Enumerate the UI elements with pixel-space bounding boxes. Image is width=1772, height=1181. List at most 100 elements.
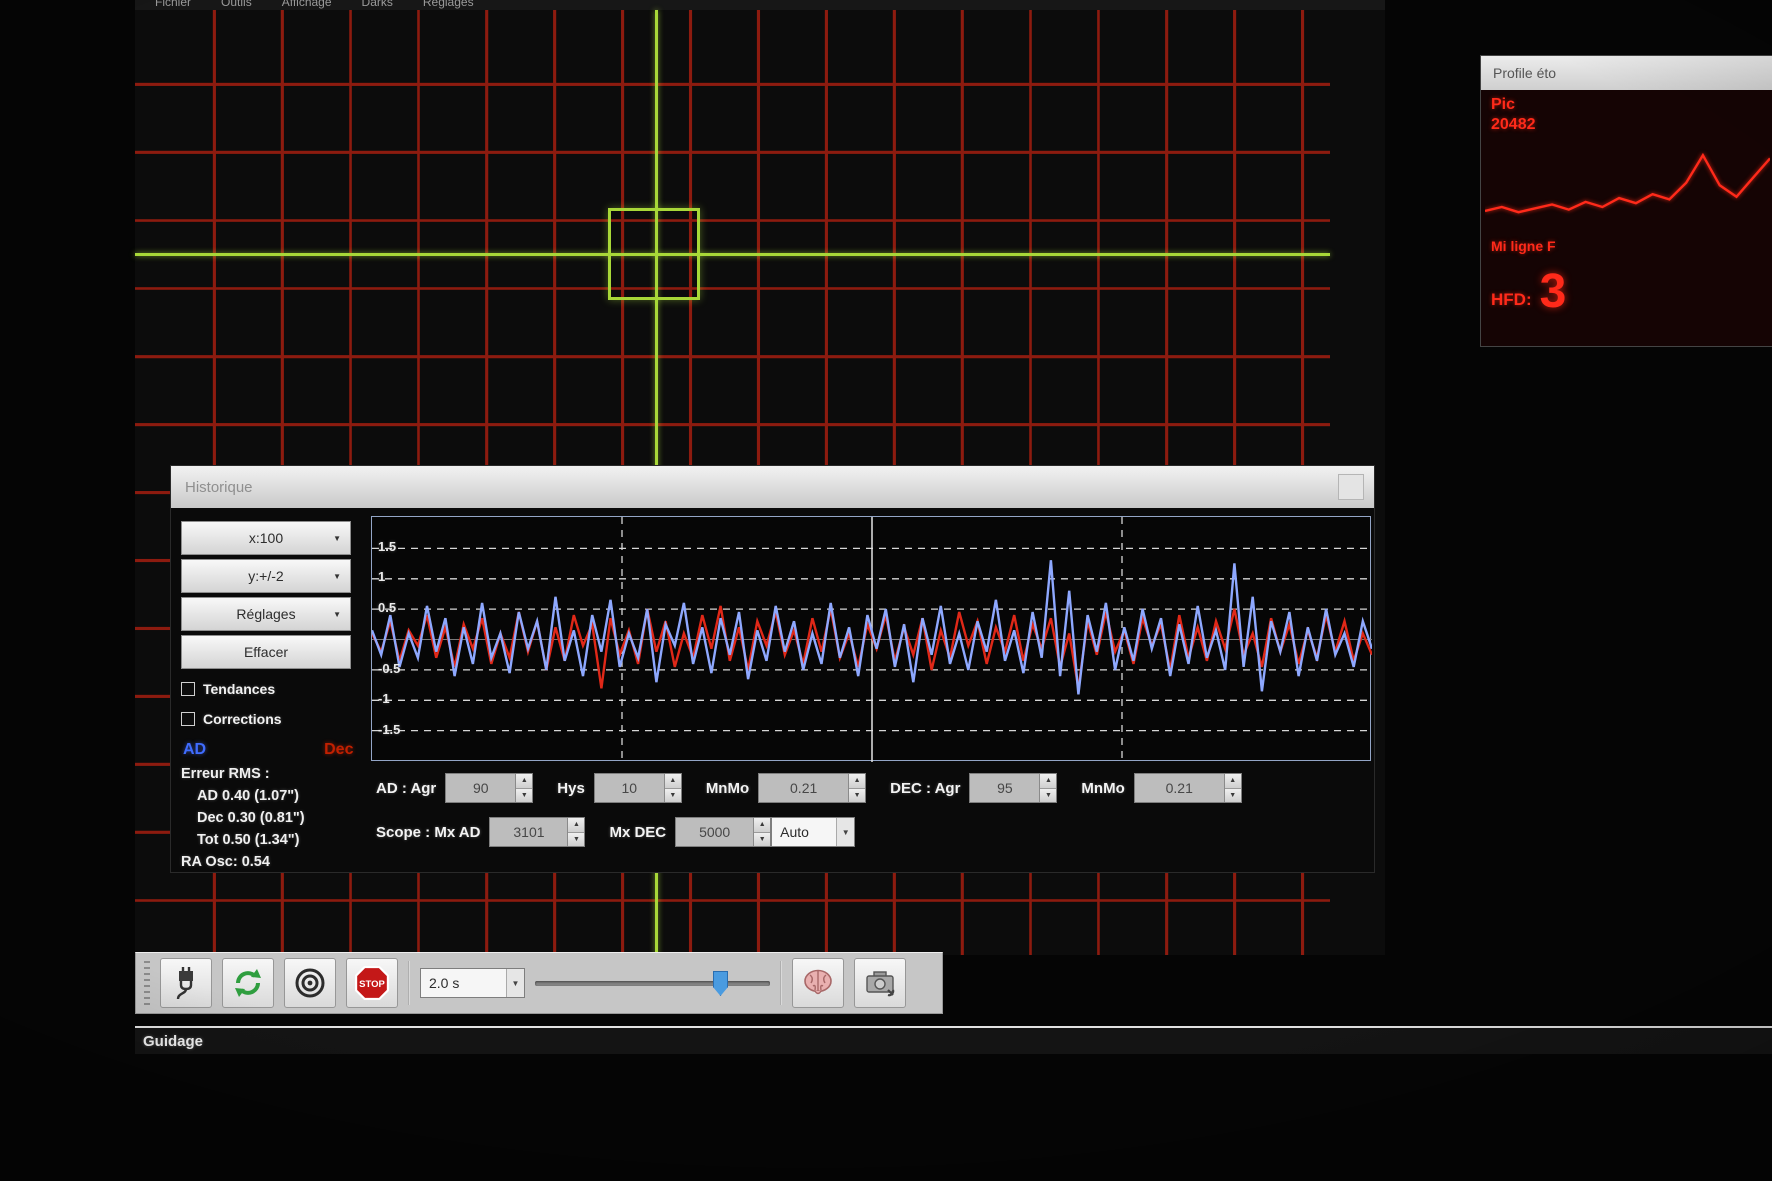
- chevron-down-icon: ▼: [836, 818, 855, 846]
- spin-down-icon[interactable]: ▼: [1040, 788, 1057, 802]
- history-window-titlebar[interactable]: Historique: [171, 466, 1374, 508]
- star-profile-curve: [1485, 152, 1770, 214]
- y-axis-tick: 0.5: [378, 600, 397, 615]
- spinner-buttons[interactable]: ▲ ▼: [567, 818, 585, 846]
- spin-up-icon[interactable]: ▲: [849, 774, 866, 789]
- camera-settings-button[interactable]: [854, 958, 906, 1008]
- mnmo-input[interactable]: 0.21 ▲ ▼: [758, 773, 867, 803]
- toolbar-separator: [408, 961, 410, 1005]
- spin-up-icon[interactable]: ▲: [1224, 774, 1241, 789]
- crosshair-horizontal-line: [135, 253, 1330, 256]
- dec-agr-input[interactable]: 95 ▲ ▼: [969, 773, 1058, 803]
- mnmo-group: MnMo 0.21 ▲ ▼: [682, 773, 867, 803]
- mnmo-label: MnMo: [705, 779, 750, 797]
- graph-legend: AD Dec: [181, 739, 353, 761]
- peak-label: Pic: [1491, 96, 1516, 113]
- auto-select[interactable]: Auto ▼: [771, 817, 856, 847]
- x-scale-button[interactable]: x:100 ▼: [181, 521, 351, 555]
- exposure-value: 2.0 s: [429, 975, 460, 991]
- main-toolbar: STOP 2.0 s ▼: [135, 952, 943, 1014]
- dec-agr-group: DEC : Agr 95 ▲ ▼: [866, 773, 1058, 803]
- y-scale-button[interactable]: y:+/-2 ▼: [181, 559, 351, 593]
- profile-window-titlebar[interactable]: Profile éto: [1481, 56, 1772, 90]
- clear-button[interactable]: Effacer: [181, 635, 351, 669]
- y-axis-tick: -1.5: [378, 722, 401, 737]
- scope-mx-ad-input[interactable]: 3101 ▲ ▼: [489, 817, 586, 847]
- scope-mx-ad-label: Scope : Mx AD: [376, 823, 481, 841]
- spinner-buttons[interactable]: ▲ ▼: [1039, 774, 1057, 802]
- exposure-select[interactable]: 2.0 s ▼: [420, 968, 525, 998]
- spin-up-icon[interactable]: ▲: [664, 774, 681, 789]
- graph-left-panel: x:100 ▼ y:+/-2 ▼ Réglages ▼ Effacer Tend…: [181, 521, 353, 873]
- checkbox[interactable]: [181, 712, 195, 726]
- mnmo-label: MnMo: [1081, 779, 1125, 797]
- trend-checkbox-row[interactable]: Tendances: [181, 679, 351, 699]
- input-value: 0.21: [1165, 780, 1193, 796]
- guide-parameters: AD : Agr 90 ▲ ▼ Hys 10 ▲ ▼ MnMo 0.21 ▲ ▼ DEC : Agr 95…: [376, 772, 1371, 848]
- rms-ra: AD 0.40 (1.07"): [197, 788, 299, 804]
- connect-equipment-button[interactable]: [160, 958, 212, 1008]
- hys-input[interactable]: 10 ▲ ▼: [593, 773, 682, 803]
- settings-button[interactable]: Réglages ▼: [181, 597, 351, 631]
- slider-thumb[interactable]: [713, 971, 728, 996]
- spinner-buttons[interactable]: ▲ ▼: [848, 774, 866, 802]
- spin-down-icon[interactable]: ▼: [1224, 788, 1241, 802]
- hys-group: Hys 10 ▲ ▼: [533, 773, 682, 803]
- parameter-row-1: AD : Agr 90 ▲ ▼ Hys 10 ▲ ▼ MnMo 0.21 ▲ ▼ DEC : Agr 95…: [376, 772, 1371, 804]
- spin-up-icon[interactable]: ▲: [568, 818, 585, 833]
- ad-agr-input[interactable]: 90 ▲ ▼: [445, 773, 534, 803]
- rms-dec: Dec 0.30 (0.81"): [197, 810, 305, 826]
- spinner-buttons[interactable]: ▲ ▼: [515, 774, 533, 802]
- rms-stats: Erreur RMS : AD 0.40 (1.07") Dec 0.30 (0…: [181, 763, 351, 873]
- star-profile-window: Profile éto Pic 20482 Mi ligne F HFD: 3: [1480, 55, 1772, 347]
- mx-dec-input[interactable]: 5000 ▲ ▼: [675, 817, 772, 847]
- corrections-checkbox-row[interactable]: Corrections: [181, 709, 351, 729]
- input-value: 90: [472, 780, 489, 796]
- spin-up-icon[interactable]: ▲: [754, 818, 771, 833]
- display-gamma-slider[interactable]: [535, 965, 770, 1001]
- menu-item-affichage[interactable]: Affichage: [282, 0, 332, 10]
- spin-down-icon[interactable]: ▼: [568, 832, 585, 846]
- spin-up-icon[interactable]: ▲: [1040, 774, 1057, 789]
- star-selection-box: [608, 208, 700, 300]
- stop-button[interactable]: STOP: [346, 958, 398, 1008]
- guide-button[interactable]: [284, 958, 336, 1008]
- loop-exposures-button[interactable]: [222, 958, 274, 1008]
- spin-down-icon[interactable]: ▼: [849, 788, 866, 802]
- select-value: Auto: [780, 824, 809, 840]
- mnmo-input[interactable]: 0.21 ▲ ▼: [1133, 773, 1242, 803]
- rms-total: Tot 0.50 (1.34"): [197, 832, 300, 848]
- toolbar-grip[interactable]: [144, 961, 150, 1005]
- brain-settings-button[interactable]: [792, 958, 844, 1008]
- spin-up-icon[interactable]: ▲: [516, 774, 533, 789]
- spin-down-icon[interactable]: ▼: [664, 788, 681, 802]
- loop-arrows-icon: [235, 969, 261, 997]
- stop-sign-icon: STOP: [355, 966, 389, 1000]
- hfd-readout: HFD: 3: [1491, 268, 1566, 316]
- mnmo-group: MnMo 0.21 ▲ ▼: [1057, 773, 1242, 803]
- status-bar: Guidage: [135, 1028, 1772, 1054]
- mx-dec-group: Mx DEC 5000 ▲ ▼: [585, 817, 772, 847]
- menu-item-outils[interactable]: Outils: [221, 0, 252, 10]
- spinner-buttons[interactable]: ▲ ▼: [663, 774, 681, 802]
- peak-value: 20482: [1491, 116, 1536, 133]
- ad-agr-label: AD : Agr: [376, 779, 437, 797]
- input-value: 5000: [699, 824, 731, 840]
- hfd-value: 3: [1539, 265, 1567, 318]
- menu-item-darks[interactable]: Darks: [362, 0, 393, 10]
- menu-item-fichier[interactable]: Fichier: [155, 0, 191, 10]
- menu-item-r-glages[interactable]: Réglages: [423, 0, 474, 10]
- usb-plug-icon: [176, 967, 193, 1000]
- profile-window-body: Pic 20482 Mi ligne F HFD: 3: [1481, 90, 1772, 346]
- input-value: 10: [621, 780, 638, 796]
- spinner-buttons[interactable]: ▲ ▼: [753, 818, 771, 846]
- spin-down-icon[interactable]: ▼: [516, 788, 533, 802]
- slider-track: [535, 981, 770, 986]
- checkbox[interactable]: [181, 682, 195, 696]
- camera-wrench-icon: [866, 971, 895, 997]
- menu-bar: Fichier Outils Affichage Darks Réglages: [135, 0, 1385, 10]
- svg-text:STOP: STOP: [359, 979, 385, 990]
- spin-down-icon[interactable]: ▼: [754, 832, 771, 846]
- spinner-buttons[interactable]: ▲ ▼: [1223, 774, 1241, 802]
- window-button[interactable]: [1338, 474, 1364, 500]
